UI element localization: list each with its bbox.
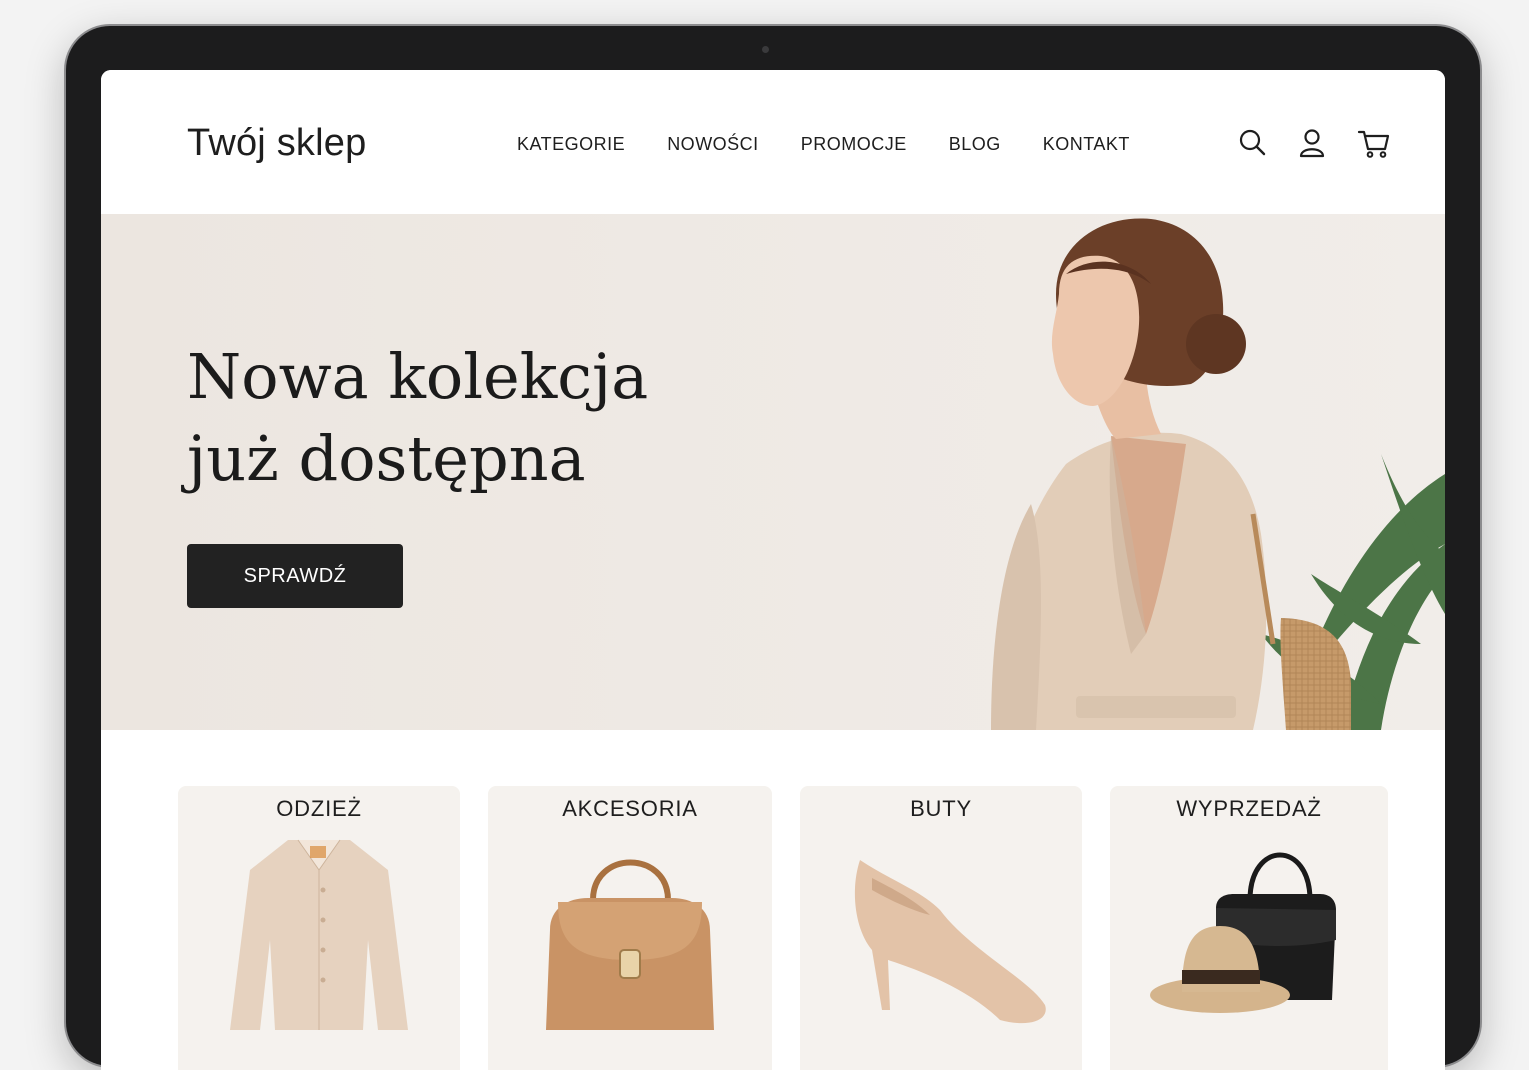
hero-title: Nowa kolekcja już dostępna (187, 336, 747, 500)
hero-model-image (991, 218, 1445, 730)
hero-banner: Nowa kolekcja już dostępna SPRAWDŹ (101, 214, 1445, 730)
camera-dot (762, 46, 769, 53)
hero-title-line1: Nowa kolekcja (187, 340, 649, 413)
category-card-odziez[interactable]: ODZIEŻ (178, 786, 460, 1070)
category-label: WYPRZEDAŻ (1176, 796, 1322, 821)
site-logo[interactable]: Twój sklep (187, 122, 366, 165)
category-section: ODZIEŻ AKCESORIA BUTY WYPRZEDAŻ (101, 730, 1445, 1070)
shirt-image (230, 839, 408, 1030)
hat-and-bag-image (1150, 852, 1336, 1013)
category-card-wyprzedaz[interactable]: WYPRZEDAŻ (1110, 786, 1388, 1070)
category-label: AKCESORIA (562, 796, 698, 821)
category-label: BUTY (910, 796, 972, 821)
search-icon[interactable] (1237, 126, 1267, 160)
user-icon[interactable] (1297, 126, 1327, 160)
header-actions (1237, 126, 1390, 160)
category-label: ODZIEŻ (276, 796, 362, 821)
cart-icon[interactable] (1357, 126, 1390, 160)
category-card-buty[interactable]: BUTY (800, 786, 1082, 1070)
main-nav: KATEGORIE NOWOŚCI PROMOCJE BLOG KONTAKT (517, 134, 1172, 155)
nav-item-nowosci[interactable]: NOWOŚCI (667, 134, 759, 155)
site-header: Twój sklep KATEGORIE NOWOŚCI PROMOCJE BL… (101, 70, 1445, 214)
nav-item-blog[interactable]: BLOG (949, 134, 1001, 155)
category-card-akcesoria[interactable]: AKCESORIA (488, 786, 772, 1070)
hero-title-line2: już dostępna (187, 422, 586, 495)
pump-shoe-image (854, 860, 1046, 1024)
handbag-image (546, 859, 714, 1030)
nav-item-kategorie[interactable]: KATEGORIE (517, 134, 625, 155)
nav-item-kontakt[interactable]: KONTAKT (1043, 134, 1130, 155)
nav-item-promocje[interactable]: PROMOCJE (801, 134, 907, 155)
hero-cta-button[interactable]: SPRAWDŹ (187, 544, 403, 608)
browser-screen: Twój sklep KATEGORIE NOWOŚCI PROMOCJE BL… (101, 70, 1445, 1070)
